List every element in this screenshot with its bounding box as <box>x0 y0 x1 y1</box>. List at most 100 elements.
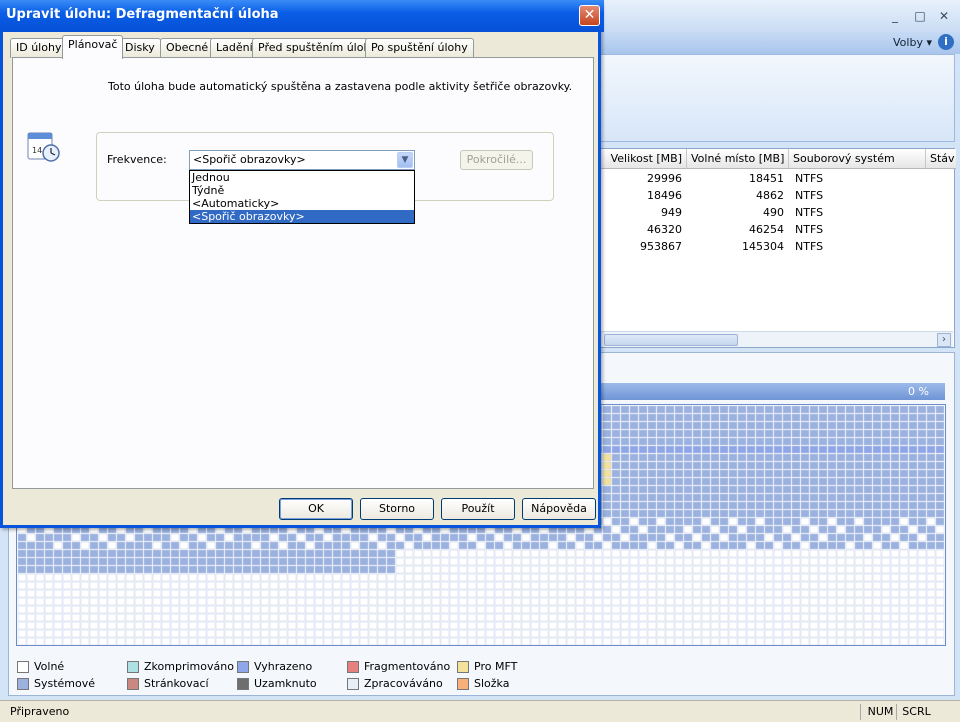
advanced-button[interactable]: Pokročilé... <box>460 150 533 170</box>
cluster-cell <box>557 541 567 550</box>
option-jednou[interactable]: Jednou <box>190 171 414 184</box>
cluster-cell <box>485 589 495 598</box>
cluster-cell <box>890 549 900 558</box>
tab-pred-spustenim[interactable]: Před spuštěním úlohy <box>252 38 383 58</box>
cluster-cell <box>161 573 171 582</box>
option-sporic[interactable]: <Spořič obrazovky> <box>190 210 414 223</box>
cluster-cell <box>287 637 297 645</box>
cluster-cell <box>566 613 576 622</box>
cluster-cell <box>926 485 936 494</box>
cluster-cell <box>251 629 261 638</box>
cluster-cell <box>638 413 648 422</box>
close-main-button[interactable]: ✕ <box>935 8 953 24</box>
cluster-cell <box>611 605 621 614</box>
cluster-cell <box>485 557 495 566</box>
info-icon[interactable]: i <box>938 34 954 50</box>
cluster-cell <box>602 413 612 422</box>
cluster-cell <box>818 541 828 550</box>
tab-obecne[interactable]: Obecné <box>160 38 215 58</box>
col-filesystem[interactable]: Souborový systém <box>789 149 926 169</box>
tab-po-spusteni[interactable]: Po spuštění úlohy <box>365 38 474 58</box>
volby-label[interactable]: Volby <box>893 36 923 49</box>
status-text: Připraveno <box>10 705 70 718</box>
cluster-cell <box>629 469 639 478</box>
cluster-cell <box>872 485 882 494</box>
table-row[interactable]: 953867 145304 NTFS <box>601 238 956 255</box>
disk-table[interactable]: Velikost [MB] Volné místo [MB] Souborový… <box>600 148 956 348</box>
cluster-cell <box>836 613 846 622</box>
legend-label: Složka <box>474 677 510 690</box>
cluster-cell <box>845 493 855 502</box>
dialog-close-button[interactable]: ✕ <box>579 5 600 26</box>
tab-disky[interactable]: Disky <box>119 38 161 58</box>
maximize-button[interactable]: □ <box>911 8 929 24</box>
col-status[interactable]: Stáv <box>926 149 956 169</box>
cluster-cell <box>710 637 720 645</box>
cluster-cell <box>908 413 918 422</box>
cluster-cell <box>656 565 666 574</box>
cluster-cell <box>647 461 657 470</box>
table-row[interactable]: 29996 18451 NTFS <box>601 170 956 187</box>
horizontal-scrollbar[interactable]: › <box>600 331 953 347</box>
cluster-cell <box>890 541 900 550</box>
cluster-cell <box>17 621 27 630</box>
cluster-cell <box>818 461 828 470</box>
tab-planovac[interactable]: Plánovač <box>62 35 124 59</box>
volby-menu[interactable]: Volby ▾ <box>893 36 932 49</box>
cluster-cell <box>188 557 198 566</box>
cluster-cell <box>800 525 810 534</box>
cluster-cell <box>44 533 54 542</box>
cluster-cell <box>899 581 909 590</box>
cancel-button[interactable]: Storno <box>360 498 434 520</box>
frequency-combobox[interactable]: <Spořič obrazovky> ▼ <box>189 150 415 170</box>
cluster-cell <box>278 549 288 558</box>
cluster-cell <box>710 597 720 606</box>
option-tydne[interactable]: Týdně <box>190 184 414 197</box>
cluster-cell <box>926 461 936 470</box>
cluster-cell <box>611 557 621 566</box>
col-free[interactable]: Volné místo [MB] <box>687 149 789 169</box>
cluster-cell <box>125 589 135 598</box>
cluster-cell <box>665 501 675 510</box>
cluster-cell <box>737 629 747 638</box>
cluster-cell <box>494 557 504 566</box>
col-size[interactable]: Velikost [MB] <box>601 149 687 169</box>
cluster-cell <box>377 597 387 606</box>
cluster-cell <box>665 597 675 606</box>
cluster-cell <box>116 597 126 606</box>
cluster-cell <box>539 629 549 638</box>
cluster-cell <box>872 597 882 606</box>
cluster-cell <box>62 589 72 598</box>
cluster-cell <box>800 501 810 510</box>
option-automaticky[interactable]: <Automaticky> <box>190 197 414 210</box>
cluster-cell <box>179 629 189 638</box>
table-row[interactable]: 18496 4862 NTFS <box>601 187 956 204</box>
help-button[interactable]: Nápověda <box>522 498 596 520</box>
scroll-thumb[interactable] <box>604 334 738 346</box>
cluster-cell <box>656 477 666 486</box>
cluster-cell <box>674 429 684 438</box>
cluster-cell <box>773 533 783 542</box>
chevron-down-icon[interactable]: ▼ <box>397 152 413 168</box>
cluster-cell <box>620 613 630 622</box>
cluster-cell <box>656 541 666 550</box>
cluster-cell <box>611 485 621 494</box>
frequency-dropdown[interactable]: Jednou Týdně <Automaticky> <Spořič obraz… <box>189 170 415 224</box>
cluster-cell <box>638 429 648 438</box>
cluster-cell <box>26 581 36 590</box>
cluster-cell <box>863 629 873 638</box>
cluster-cell <box>332 597 342 606</box>
cluster-cell <box>548 581 558 590</box>
table-row[interactable]: 46320 46254 NTFS <box>601 221 956 238</box>
cluster-cell <box>791 565 801 574</box>
apply-button[interactable]: Použít <box>441 498 515 520</box>
tab-id-ulohy[interactable]: ID úlohy <box>10 38 68 58</box>
cluster-cell <box>647 493 657 502</box>
cluster-cell <box>800 485 810 494</box>
cluster-cell <box>350 581 360 590</box>
scroll-right-arrow[interactable]: › <box>937 333 951 347</box>
ok-button[interactable]: OK <box>279 498 353 520</box>
cluster-cell <box>917 517 927 526</box>
table-row[interactable]: 949 490 NTFS <box>601 204 956 221</box>
minimize-button[interactable]: _ <box>886 8 904 24</box>
